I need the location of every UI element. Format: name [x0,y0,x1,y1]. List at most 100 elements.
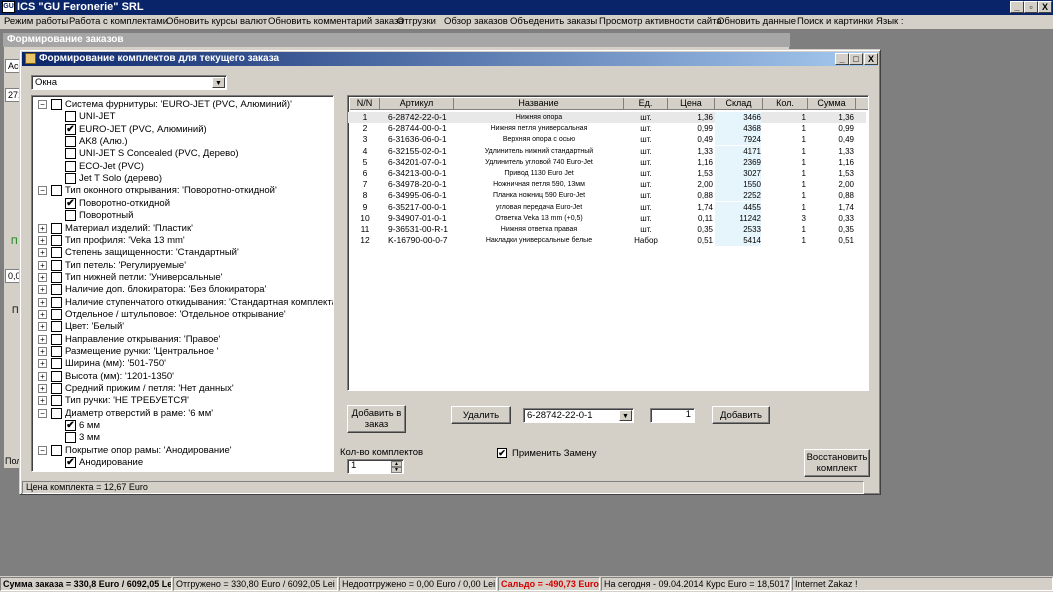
tree-node[interactable]: + Цвет: 'Белый' [32,321,332,333]
menu-item-kits[interactable]: Работа с комплектами [69,16,168,27]
column-header-qty[interactable]: Кол. [763,98,808,110]
close-button[interactable]: X [1038,1,1052,13]
tree-checkbox[interactable] [51,333,62,345]
tree-node[interactable]: Поворотный [32,210,332,222]
tree-node[interactable]: − Покрытие опор рамы: 'Анодирование' [32,444,332,457]
tree-node[interactable]: ECO-Jet (PVC) [32,160,332,173]
tree-node[interactable]: + Наличие ступенчатого откидывания: 'Стан… [32,296,333,309]
menu-item-search[interactable]: Поиск и картинки [797,16,873,27]
maximize-button[interactable]: ▫ [1024,1,1038,13]
dialog-minimize-button[interactable]: _ [835,53,849,65]
tree-node[interactable]: 3 мм [32,432,332,444]
tree-node[interactable]: ✔ EURO-JET (PVC, Алюминий) [32,123,332,136]
tree-node[interactable]: + Отдельное / штульповое: 'Отдельное откр… [32,308,332,321]
tree-node[interactable]: AK8 (Алю.) [32,136,332,148]
restore-kit-button[interactable]: Восстановить комплект [804,449,870,477]
add-to-order-button[interactable]: Добавить в заказ [347,405,406,433]
column-header-nn[interactable]: N/N [350,98,380,110]
category-select[interactable]: Окна ▼ [31,75,227,90]
tree-node[interactable]: Jet T Solo (дерево) [32,173,332,185]
expand-icon[interactable]: + [38,371,47,381]
table-row[interactable]: 5 6-34201-07-0-1 Удлинитель угловой 740 Eu… [348,156,866,168]
tree-checkbox[interactable] [65,173,76,185]
expand-icon[interactable]: + [38,347,47,356]
tree-checkbox[interactable] [51,234,62,246]
tree-checkbox[interactable] [51,271,62,283]
tree-checkbox[interactable] [51,308,62,320]
tree-checkbox[interactable] [65,210,76,222]
column-header-name[interactable]: Название [454,98,624,110]
table-row[interactable]: 2 6-28744-00-0-1 Нижняя петля универсальна… [348,123,866,135]
tree-checkbox[interactable] [51,284,62,296]
tree-node[interactable]: + Ширина (мм): '501-750' [32,358,332,370]
chevron-down-icon[interactable]: ▼ [619,410,632,421]
tree-checkbox[interactable] [51,185,62,197]
column-header-stock[interactable]: Склад [715,98,763,110]
table-row[interactable]: 1 6-28742-22-0-1 Нижняя опора шт. 1,36 3466 1 1… [348,112,866,123]
tree-node[interactable]: + Высота (мм): '1201-1350' [32,370,332,383]
table-row[interactable]: 6 6-34213-00-0-1 Привод 1130 Euro Jet шт. 1,… [348,168,866,179]
tree-checkbox[interactable] [51,259,62,271]
spin-down-icon[interactable]: ▼ [391,467,402,473]
expand-icon[interactable]: + [38,248,47,258]
expand-icon[interactable]: + [38,223,47,233]
chevron-down-icon[interactable]: ▼ [212,77,225,88]
collapse-icon[interactable]: − [38,408,47,418]
tree-checkbox[interactable] [65,111,76,123]
collapse-icon[interactable]: − [38,445,47,455]
collapse-icon[interactable]: − [38,186,47,196]
tree-node[interactable]: + Материал изделий: 'Пластик' [32,222,332,235]
tree-checkbox[interactable] [65,432,76,444]
expand-icon[interactable]: + [38,260,47,270]
delete-button[interactable]: Удалить [451,406,511,424]
parameters-tree[interactable]: − Система фурнитуры: 'EURO-JET (PVC, Алюм… [31,95,334,472]
expand-icon[interactable]: + [38,272,47,282]
tree-checkbox[interactable] [65,148,76,160]
tree-node[interactable]: + Наличие доп. блокиратора: 'Без блокират… [32,284,332,296]
tree-checkbox[interactable] [51,296,62,308]
tree-checkbox[interactable] [51,383,62,395]
tree-node[interactable]: UNI-JET S Concealed (PVC, Дерево) [32,148,332,160]
menu-item-merge[interactable]: Объеденить заказы [510,16,597,27]
column-header-unit[interactable]: Ед. [624,98,668,110]
tree-node[interactable]: UNI-JET [32,111,332,123]
tree-node[interactable]: + Тип ручки: 'НЕ ТРЕБУЕТСЯ' [32,395,332,407]
menu-item-comment[interactable]: Обновить комментарий заказа [268,16,404,27]
tree-checkbox[interactable] [65,160,76,172]
table-row[interactable]: 10 9-34907-01-0-1 Ответка Veka 13 mm (+0,5… [348,212,866,224]
expand-icon[interactable]: + [38,285,47,295]
tree-node[interactable]: + Степень защищенности: 'Стандартный' [32,247,332,259]
tree-checkbox[interactable] [51,370,62,382]
table-row[interactable]: 9 6-35217-00-0-1 угловая передача Euro-Jet… [348,201,866,213]
tree-checkbox[interactable] [51,444,62,456]
menu-item-shipments[interactable]: Отгрузки [397,16,436,27]
tree-node[interactable]: + Размещение ручки: 'Центральное ' [32,346,332,358]
tree-checkbox[interactable] [51,247,62,259]
dialog-maximize-button[interactable]: □ [849,53,863,65]
collapse-icon[interactable]: − [38,100,47,109]
tree-node[interactable]: ✔ Поворотно-откидной [32,197,332,210]
table-row[interactable]: 7 6-34978-20-0-1 Ножничная петля 590, 13мм… [348,179,866,191]
tree-node[interactable]: − Диаметр отверстий в раме: '6 мм' [32,407,332,420]
tree-checkbox[interactable] [65,136,76,148]
dialog-close-button[interactable]: X [864,53,878,65]
tree-checkbox[interactable] [51,222,62,234]
column-header-price[interactable]: Цена [668,98,715,110]
expand-icon[interactable]: + [38,384,47,394]
table-row[interactable]: 4 6-32155-02-0-1 Удлинитель нижний стандар… [348,145,866,157]
tree-checkbox[interactable] [51,407,62,419]
expand-icon[interactable]: + [38,309,47,319]
tree-node[interactable]: + Средний прижим / петля: 'Нет данных' [32,383,332,395]
tree-checkbox[interactable]: ✔ [65,197,76,209]
tree-checkbox[interactable]: ✔ [65,457,76,469]
menu-item-activity[interactable]: Просмотр активности сайта [599,16,722,27]
table-row[interactable]: 3 6-31636-06-0-1 Верхняя опора с осью шт. 0,… [348,134,866,146]
tree-node[interactable]: + Тип петель: 'Регулируемые' [32,259,332,272]
kit-items-grid[interactable]: N/N Артикул Название Ед. Цена Склад Кол.… [347,95,869,391]
tree-checkbox[interactable]: ✔ [65,123,76,135]
expand-icon[interactable]: + [38,235,47,245]
menu-item-language[interactable]: Язык : [876,16,903,27]
expand-icon[interactable]: + [38,322,47,332]
menu-item-refresh[interactable]: Обновить данные [717,16,796,27]
expand-icon[interactable]: + [38,334,47,344]
